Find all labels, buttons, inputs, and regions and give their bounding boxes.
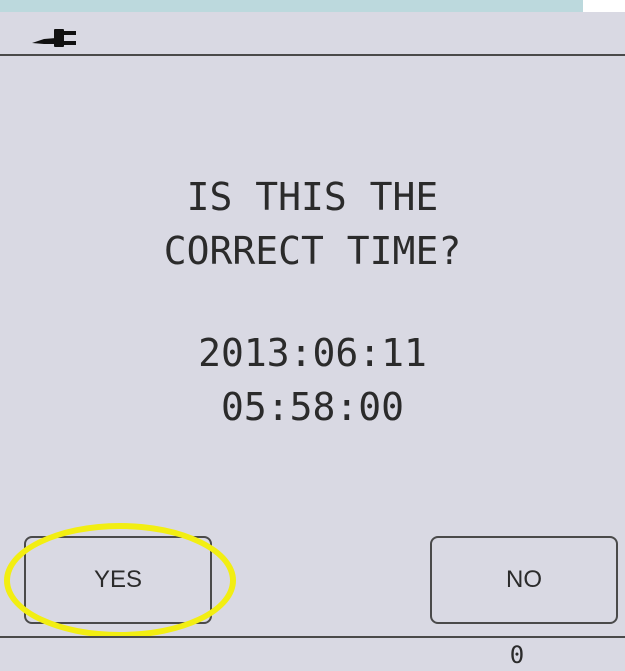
time-value: 05:58:00 xyxy=(220,385,405,429)
status-bar xyxy=(0,12,625,54)
footer-divider xyxy=(0,636,625,638)
top-accent-strip xyxy=(0,0,583,12)
device-screen: IS THIS THE CORRECT TIME? 2013:06:11 05:… xyxy=(0,0,625,671)
no-button[interactable]: NO xyxy=(430,536,618,624)
date-value: 2013:06:11 xyxy=(198,331,427,375)
power-plug-icon xyxy=(32,29,76,47)
yes-button-label: YES xyxy=(93,566,143,593)
no-button-label: NO xyxy=(506,566,542,593)
yes-button[interactable]: YES xyxy=(24,536,212,624)
datetime-display: 2013:06:11 05:58:00 xyxy=(0,326,625,434)
top-strip-gap xyxy=(583,0,625,12)
status-divider xyxy=(0,54,625,56)
prompt-question: IS THIS THE CORRECT TIME? xyxy=(0,170,625,278)
prompt-line-1: IS THIS THE xyxy=(186,175,439,219)
prompt-line-2: CORRECT TIME? xyxy=(163,229,462,273)
footer-counter: 0 xyxy=(509,641,525,669)
